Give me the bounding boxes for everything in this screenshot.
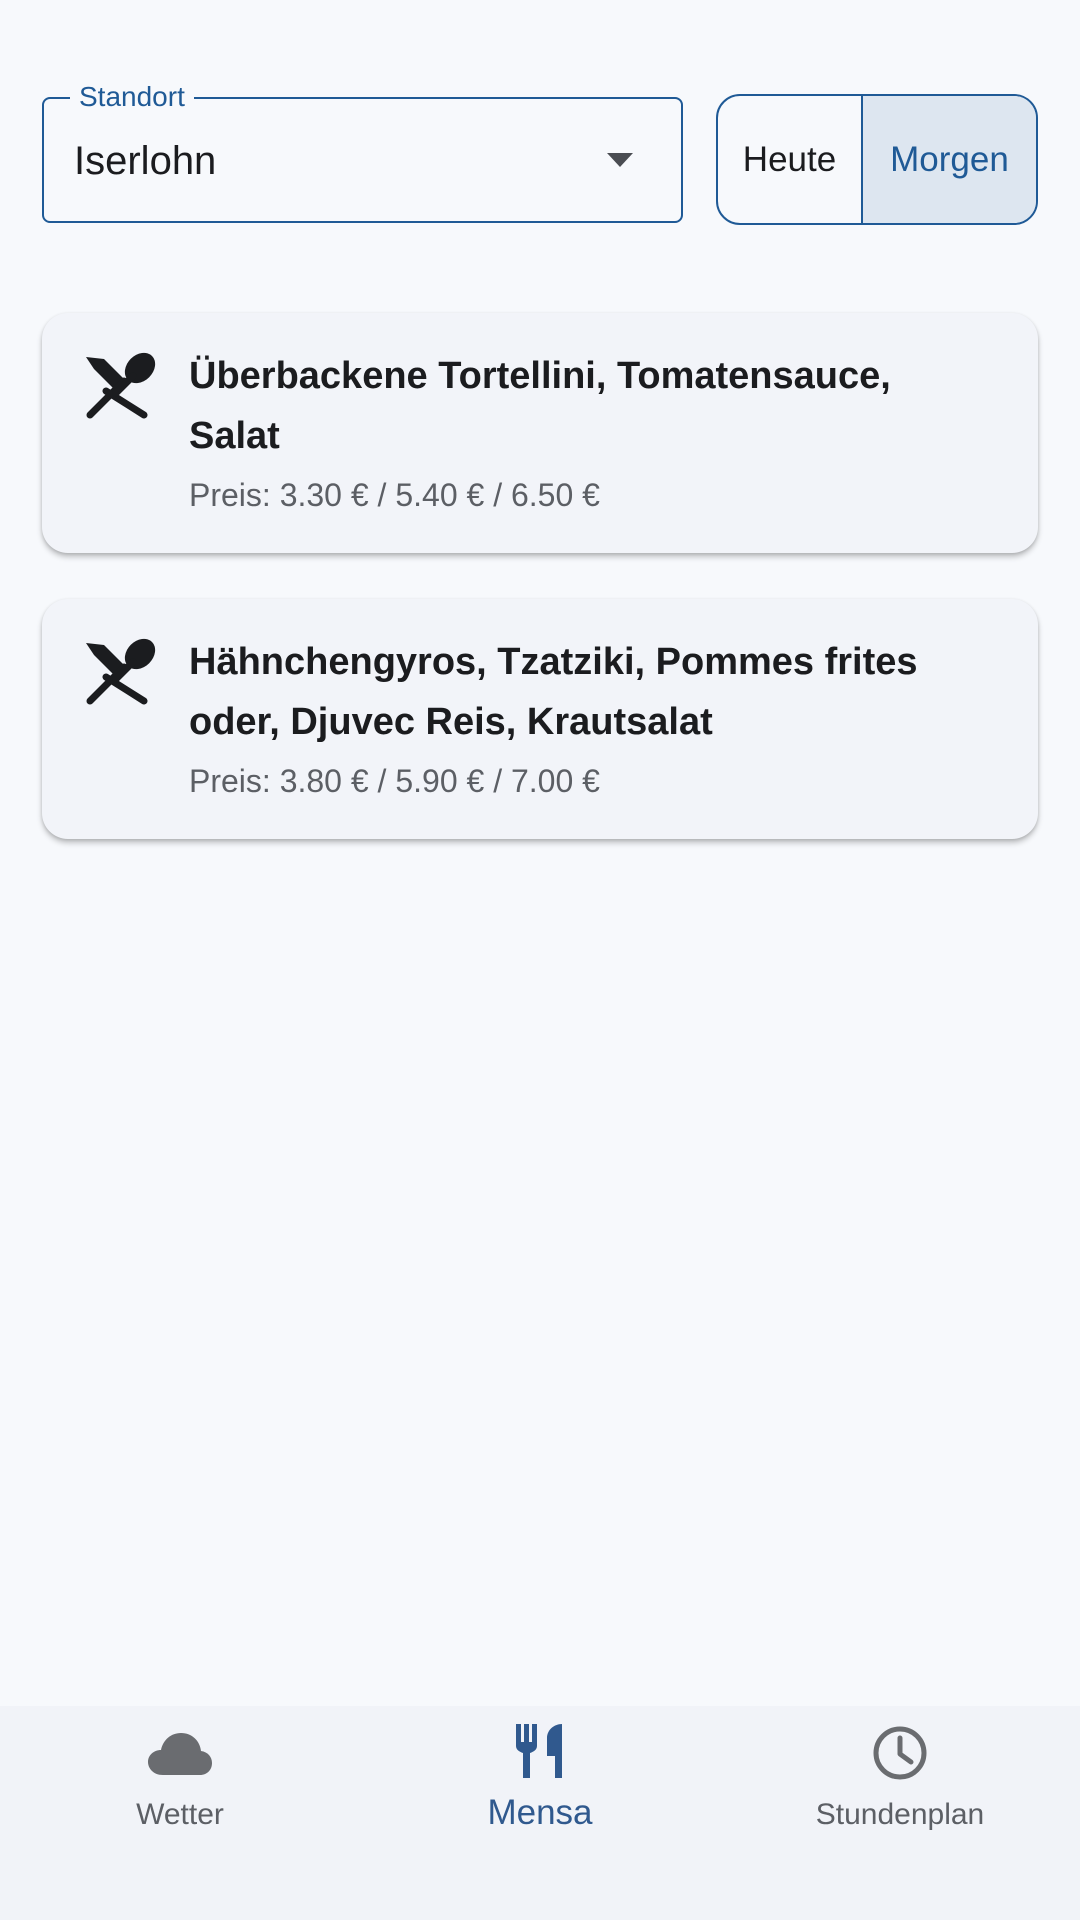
meal-card[interactable]: Überbackene Tortellini, Tomatensauce, Sa…	[42, 313, 1038, 553]
meal-title: Überbackene Tortellini, Tomatensauce, Sa…	[189, 355, 891, 457]
location-value: Iserlohn	[74, 139, 217, 183]
cloud-icon	[148, 1733, 212, 1775]
meal-price: Preis: 3.80 € / 5.90 € / 7.00 €	[189, 763, 600, 799]
location-label: Standort	[70, 79, 194, 115]
mensa-screen: Standort Iserlohn Heute Morgen Überbacke…	[0, 0, 1080, 1920]
meal-card[interactable]: Hähnchengyros, Tzatziki, Pommes frites o…	[42, 599, 1038, 839]
restaurant-icon	[86, 352, 156, 419]
meal-title: Hähnchengyros, Tzatziki, Pommes frites o…	[189, 641, 918, 743]
bottom-navigation: Wetter Mensa Stundenplan	[0, 1706, 1080, 1920]
location-dropdown[interactable]: Standort Iserlohn	[42, 79, 683, 223]
meal-price: Preis: 3.30 € / 5.40 € / 6.50 €	[189, 477, 600, 513]
nav-item-weather[interactable]: Wetter	[0, 1706, 360, 1920]
dropdown-arrow-icon[interactable]	[607, 153, 633, 167]
cutlery-icon	[516, 1724, 562, 1778]
nav-label-weather: Wetter	[136, 1798, 224, 1831]
nav-label-mensa: Mensa	[487, 1793, 593, 1832]
segment-tomorrow[interactable]: Morgen	[863, 96, 1036, 223]
restaurant-icon	[86, 638, 156, 705]
nav-item-timetable[interactable]: Stundenplan	[720, 1706, 1080, 1920]
day-selector: Heute Morgen	[716, 94, 1038, 225]
nav-label-timetable: Stundenplan	[815, 1798, 985, 1831]
clock-icon	[873, 1726, 927, 1780]
nav-item-mensa[interactable]: Mensa	[360, 1706, 720, 1920]
segment-today[interactable]: Heute	[718, 96, 863, 223]
